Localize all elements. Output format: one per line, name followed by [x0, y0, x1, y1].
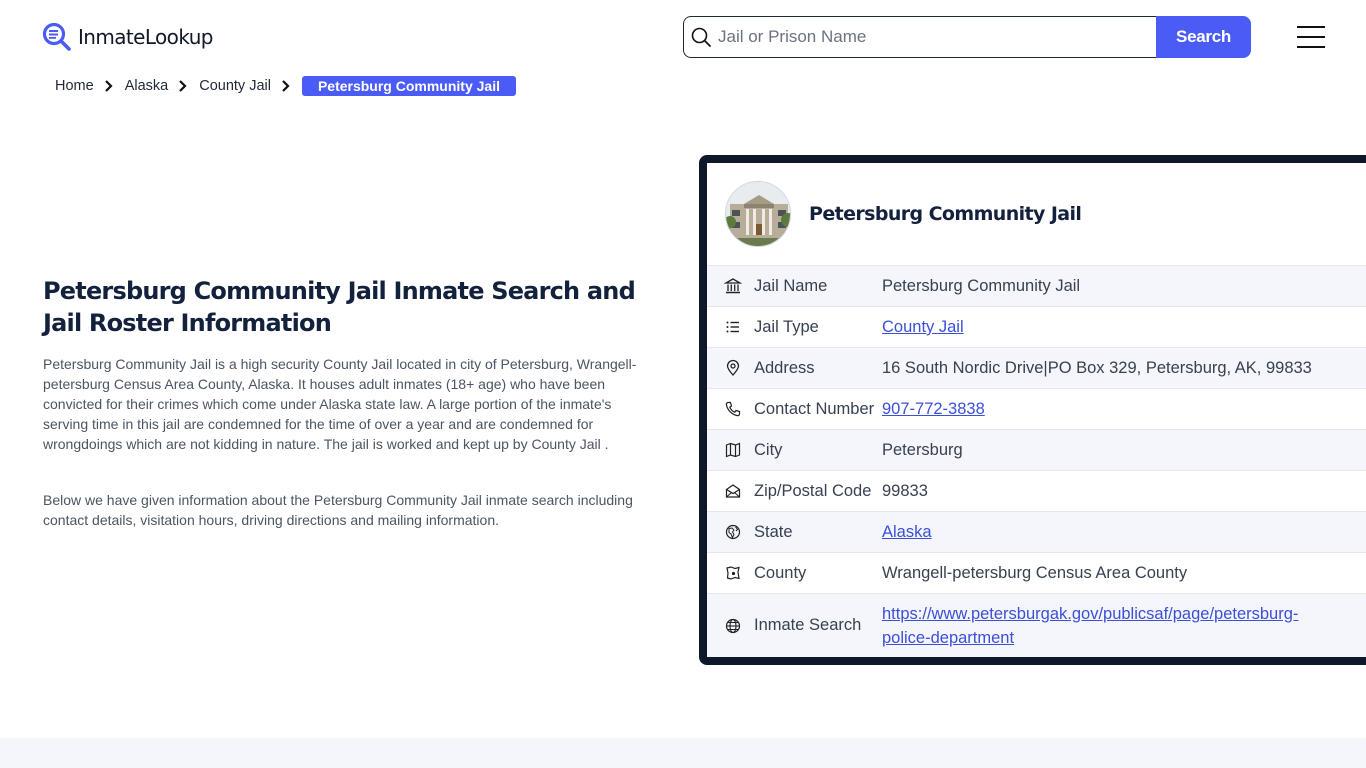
- state-cell: Alaska: [882, 520, 932, 544]
- contact-number-link[interactable]: 907-772-3838: [882, 400, 985, 418]
- card-header: Petersburg Community Jail: [707, 163, 1366, 265]
- globe-region-icon: [725, 524, 741, 540]
- jail-name-value: Petersburg Community Jail: [882, 277, 1081, 295]
- search-field-container: [683, 16, 1156, 58]
- address-value: 16 South Nordic Drive|PO Box 329, Peters…: [882, 359, 1312, 377]
- breadcrumb-county-jail[interactable]: County Jail: [199, 78, 271, 94]
- inmate-search-cell: https://www.petersburgak.gov/publicsaf/p…: [882, 602, 1332, 650]
- chevron-right-icon: [282, 80, 290, 92]
- detail-row-address: Address 16 South Nordic Drive|PO Box 329…: [707, 347, 1366, 388]
- detail-row-jail-name: Jail Name Petersburg Community Jail: [707, 265, 1366, 306]
- row-label: State: [754, 522, 793, 541]
- bank-building-icon: [724, 278, 742, 294]
- breadcrumb-current: Petersburg Community Jail: [301, 76, 516, 96]
- row-label: Jail Type: [754, 317, 819, 336]
- row-label: Contact Number: [754, 399, 875, 418]
- row-label: Inmate Search: [754, 616, 862, 634]
- city-value: Petersburg: [882, 441, 963, 459]
- menu-line: [1297, 26, 1325, 28]
- card-title: Petersburg Community Jail: [809, 203, 1082, 225]
- map-pin-icon: [726, 359, 740, 376]
- jail-photo-avatar: [725, 181, 791, 247]
- contact-number-cell: 907-772-3838: [882, 397, 985, 421]
- jail-info-card-body: Petersburg Community Jail Jail Name Pete…: [707, 163, 1366, 657]
- detail-row-county: County Wrangell-petersburg Census Area C…: [707, 552, 1366, 593]
- chevron-right-icon: [104, 80, 113, 92]
- jail-type-link[interactable]: County Jail: [882, 318, 964, 336]
- breadcrumb-alaska[interactable]: Alaska: [125, 78, 169, 94]
- detail-row-city: City Petersburg: [707, 429, 1366, 470]
- footer-band: [0, 738, 1366, 768]
- logo-text: InmateLookup: [78, 25, 213, 49]
- search-button[interactable]: Search: [1156, 16, 1251, 58]
- search-bar: Search: [683, 16, 1251, 58]
- map-icon: [725, 442, 741, 458]
- detail-row-state: State Alaska: [707, 511, 1366, 552]
- magnifier-logo-icon: [42, 22, 71, 51]
- phone-icon: [725, 401, 741, 417]
- detail-row-contact-number: Contact Number 907-772-3838: [707, 388, 1366, 429]
- courthouse-image-icon: [726, 182, 790, 246]
- row-label: Jail Name: [754, 276, 828, 295]
- jail-type-cell: County Jail: [882, 315, 964, 339]
- page-title: Petersburg Community Jail Inmate Search …: [43, 277, 636, 337]
- breadcrumb: Home Alaska County Jail Petersburg Commu…: [55, 76, 516, 96]
- detail-row-jail-type: Jail Type County Jail: [707, 306, 1366, 347]
- hamburger-menu-icon[interactable]: [1297, 26, 1325, 48]
- detail-row-zip: Zip/Postal Code 99833: [707, 470, 1366, 511]
- state-link[interactable]: Alaska: [882, 523, 932, 541]
- list-icon: [726, 321, 739, 333]
- search-input[interactable]: [718, 27, 1138, 47]
- detail-row-inmate-search: Inmate Search https://www.petersburgak.g…: [707, 593, 1366, 657]
- jail-details-table: Jail Name Petersburg Community Jail Jail…: [707, 265, 1366, 657]
- row-label: Zip/Postal Code: [754, 481, 872, 500]
- row-label: City: [754, 440, 783, 459]
- county-map-icon: [726, 566, 740, 580]
- site-logo[interactable]: InmateLookup: [42, 22, 213, 52]
- info-paragraph: Below we have given information about th…: [43, 492, 633, 528]
- row-label: Address: [754, 358, 815, 377]
- row-label: County: [754, 563, 807, 582]
- county-value: Wrangell-petersburg Census Area County: [882, 564, 1188, 582]
- mail-open-icon: [725, 484, 741, 498]
- menu-line: [1297, 36, 1325, 38]
- chevron-right-icon: [179, 80, 187, 92]
- zip-value: 99833: [882, 482, 928, 500]
- inmate-search-link[interactable]: https://www.petersburgak.gov/publicsaf/p…: [882, 605, 1298, 647]
- globe-icon: [725, 618, 741, 633]
- intro-paragraph: Petersburg Community Jail is a high secu…: [43, 356, 637, 452]
- breadcrumb-home[interactable]: Home: [55, 78, 94, 94]
- jail-info-card: Petersburg Community Jail Jail Name Pete…: [699, 155, 1366, 665]
- search-icon: [691, 27, 711, 47]
- menu-line: [1297, 46, 1325, 48]
